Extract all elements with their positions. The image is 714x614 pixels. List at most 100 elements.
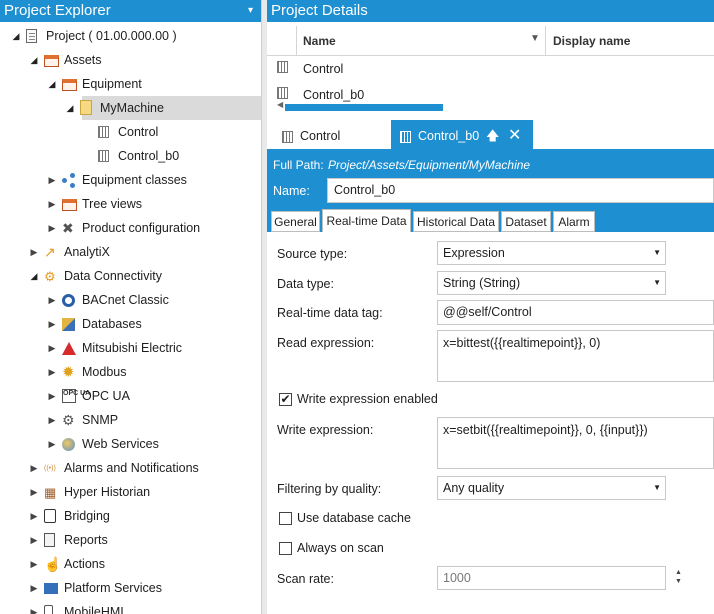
tree-item[interactable]: ▶ ☝ Actions xyxy=(0,552,261,576)
tree-item-label: Mitsubishi Electric xyxy=(82,341,183,355)
tree-item[interactable]: ▶ Reports xyxy=(0,528,261,552)
write-expression-input[interactable]: x=setbit({{realtimepoint}}, 0, {{input}}… xyxy=(437,417,714,469)
tree-item[interactable]: ◢ ⚙ Data Connectivity xyxy=(0,264,261,288)
database-cache-checkbox[interactable] xyxy=(279,512,292,525)
tree-item[interactable]: ▶ Equipment classes xyxy=(0,168,261,192)
column-header-display-name[interactable]: Display name xyxy=(553,26,630,56)
tree-item[interactable]: ▶ ▦ Hyper Historian xyxy=(0,480,261,504)
tab-alarm[interactable]: Alarm xyxy=(553,211,595,232)
spin-down-icon[interactable]: ▼ xyxy=(675,577,682,586)
close-tab-icon[interactable]: ✕ xyxy=(508,120,521,152)
collapse-icon[interactable]: ◢ xyxy=(46,72,58,96)
tab-dataset[interactable]: Dataset xyxy=(501,211,551,232)
tab-historical-data[interactable]: Historical Data xyxy=(413,211,499,232)
filter-quality-label: Filtering by quality: xyxy=(277,482,382,496)
doc-tab-label: Control xyxy=(300,129,341,143)
data-type-select[interactable]: String (String) ▼ xyxy=(437,271,666,295)
scrollbar-thumb[interactable] xyxy=(285,104,443,111)
tree-item[interactable]: ▶ Bridging xyxy=(0,504,261,528)
collapse-icon[interactable]: ◢ xyxy=(28,264,40,288)
source-type-value: Expression xyxy=(443,246,505,260)
read-expression-input[interactable]: x=bittest({{realtimepoint}}, 0) xyxy=(437,330,714,382)
tree-item[interactable]: ◢ Assets xyxy=(0,48,261,72)
expand-icon[interactable]: ▶ xyxy=(46,168,58,192)
tree-item[interactable]: ▶ Web Services xyxy=(0,432,261,456)
expand-icon[interactable]: ▶ xyxy=(28,456,40,480)
property-tabs: General Real-time Data Historical Data D… xyxy=(267,209,714,232)
collapse-icon[interactable]: ◢ xyxy=(28,48,40,72)
write-enabled-checkbox[interactable]: ✔ xyxy=(279,393,292,406)
tree-item-label: SNMP xyxy=(82,413,119,427)
tools-icon: ✖ xyxy=(62,220,74,236)
expand-icon[interactable]: ▶ xyxy=(28,528,40,552)
scan-rate-spinner[interactable]: ▲ ▼ xyxy=(675,568,682,586)
expand-icon[interactable]: ▶ xyxy=(28,504,40,528)
expand-icon[interactable]: ▶ xyxy=(46,408,58,432)
horizontal-scrollbar[interactable]: ◀ xyxy=(277,100,713,112)
real-time-tag-input[interactable]: @@self/Control xyxy=(437,300,714,325)
tree-item[interactable]: ◢ MyMachine xyxy=(67,96,261,120)
tree-item-label: Modbus xyxy=(82,365,127,379)
tree-item[interactable]: ▶ ↗ AnalytiX xyxy=(0,240,261,264)
tree-item[interactable]: ▶ MobileHMI xyxy=(0,600,261,614)
project-details-header: Project Details xyxy=(267,0,714,22)
expand-icon[interactable]: ▶ xyxy=(46,384,58,408)
chevron-down-icon: ▼ xyxy=(653,248,661,257)
expand-icon[interactable]: ▶ xyxy=(46,432,58,456)
tree-item[interactable]: ▶ Tree views xyxy=(0,192,261,216)
column-header-name[interactable]: Name xyxy=(303,26,336,56)
tree-item[interactable]: ◢ Project ( 01.00.000.00 ) xyxy=(0,24,261,48)
tree-item[interactable]: ▶ ✹ Modbus xyxy=(0,360,261,384)
tree-item[interactable]: ▶ Mitsubishi Electric xyxy=(0,336,261,360)
always-on-scan-checkbox[interactable] xyxy=(279,542,292,555)
tree-item[interactable]: ▶ Platform Services xyxy=(0,576,261,600)
collapse-icon[interactable]: ◢ xyxy=(10,24,22,48)
tree-item[interactable]: ▶ Databases xyxy=(0,312,261,336)
expand-icon[interactable]: ▶ xyxy=(46,216,58,240)
name-input[interactable]: Control_b0 xyxy=(327,178,714,203)
always-on-scan-label: Always on scan xyxy=(297,541,384,555)
expand-icon[interactable]: ▶ xyxy=(28,240,40,264)
expand-icon[interactable]: ▶ xyxy=(28,480,40,504)
tree-item[interactable]: ▶ ✖ Product configuration xyxy=(0,216,261,240)
expand-icon[interactable]: ▶ xyxy=(46,288,58,312)
project-tree: ◢ Project ( 01.00.000.00 ) ◢ Assets ◢ Equipme… xyxy=(0,24,261,614)
spin-up-icon[interactable]: ▲ xyxy=(675,568,682,577)
table-row[interactable]: Control xyxy=(267,56,714,82)
row-name: Control xyxy=(303,62,344,76)
tree-item[interactable]: ▶ ((•)) Alarms and Notifications xyxy=(0,456,261,480)
expand-icon[interactable]: ▶ xyxy=(46,192,58,216)
collapse-icon[interactable]: ◢ xyxy=(64,96,76,120)
column-divider[interactable] xyxy=(545,26,546,56)
tree-item[interactable]: ▶ BACnet Classic xyxy=(0,288,261,312)
expand-icon[interactable]: ▶ xyxy=(28,552,40,576)
filter-icon[interactable]: ▼ xyxy=(530,33,540,44)
tag-icon xyxy=(277,87,288,99)
tag-icon xyxy=(400,131,411,143)
project-details-panel: Project Details Name ▼ Display name Cont… xyxy=(267,0,714,118)
panel-menu-icon[interactable]: ▾ xyxy=(248,0,253,22)
pin-tab-icon[interactable]: 🡅 xyxy=(486,120,499,152)
tab-general[interactable]: General xyxy=(271,211,320,232)
expand-icon[interactable]: ▶ xyxy=(28,576,40,600)
expand-icon[interactable]: ▶ xyxy=(46,312,58,336)
tree-item[interactable]: Control xyxy=(0,120,261,144)
actions-icon: ☝ xyxy=(44,556,62,572)
doc-tab-control-b0[interactable]: Control_b0 🡅 ✕ xyxy=(391,120,533,152)
scan-rate-input[interactable]: 1000 xyxy=(437,566,666,590)
expand-icon[interactable]: ▶ xyxy=(46,336,58,360)
assets-icon xyxy=(44,55,59,67)
filter-quality-select[interactable]: Any quality ▼ xyxy=(437,476,666,500)
snmp-icon: ⚙ xyxy=(62,412,75,428)
tree-item[interactable]: ◢ Equipment xyxy=(0,72,261,96)
doc-tab-control[interactable]: Control xyxy=(273,120,391,152)
source-type-select[interactable]: Expression ▼ xyxy=(437,241,666,265)
scroll-left-icon[interactable]: ◀ xyxy=(277,100,283,109)
tab-real-time-data[interactable]: Real-time Data xyxy=(322,209,411,232)
tree-item[interactable]: ▶ ⚙ SNMP xyxy=(0,408,261,432)
tree-item[interactable]: ▶ OPC UA OPC UA xyxy=(0,384,261,408)
expand-icon[interactable]: ▶ xyxy=(28,600,40,614)
tree-item-label: Control_b0 xyxy=(118,149,180,163)
expand-icon[interactable]: ▶ xyxy=(46,360,58,384)
tree-item[interactable]: Control_b0 xyxy=(0,144,261,168)
